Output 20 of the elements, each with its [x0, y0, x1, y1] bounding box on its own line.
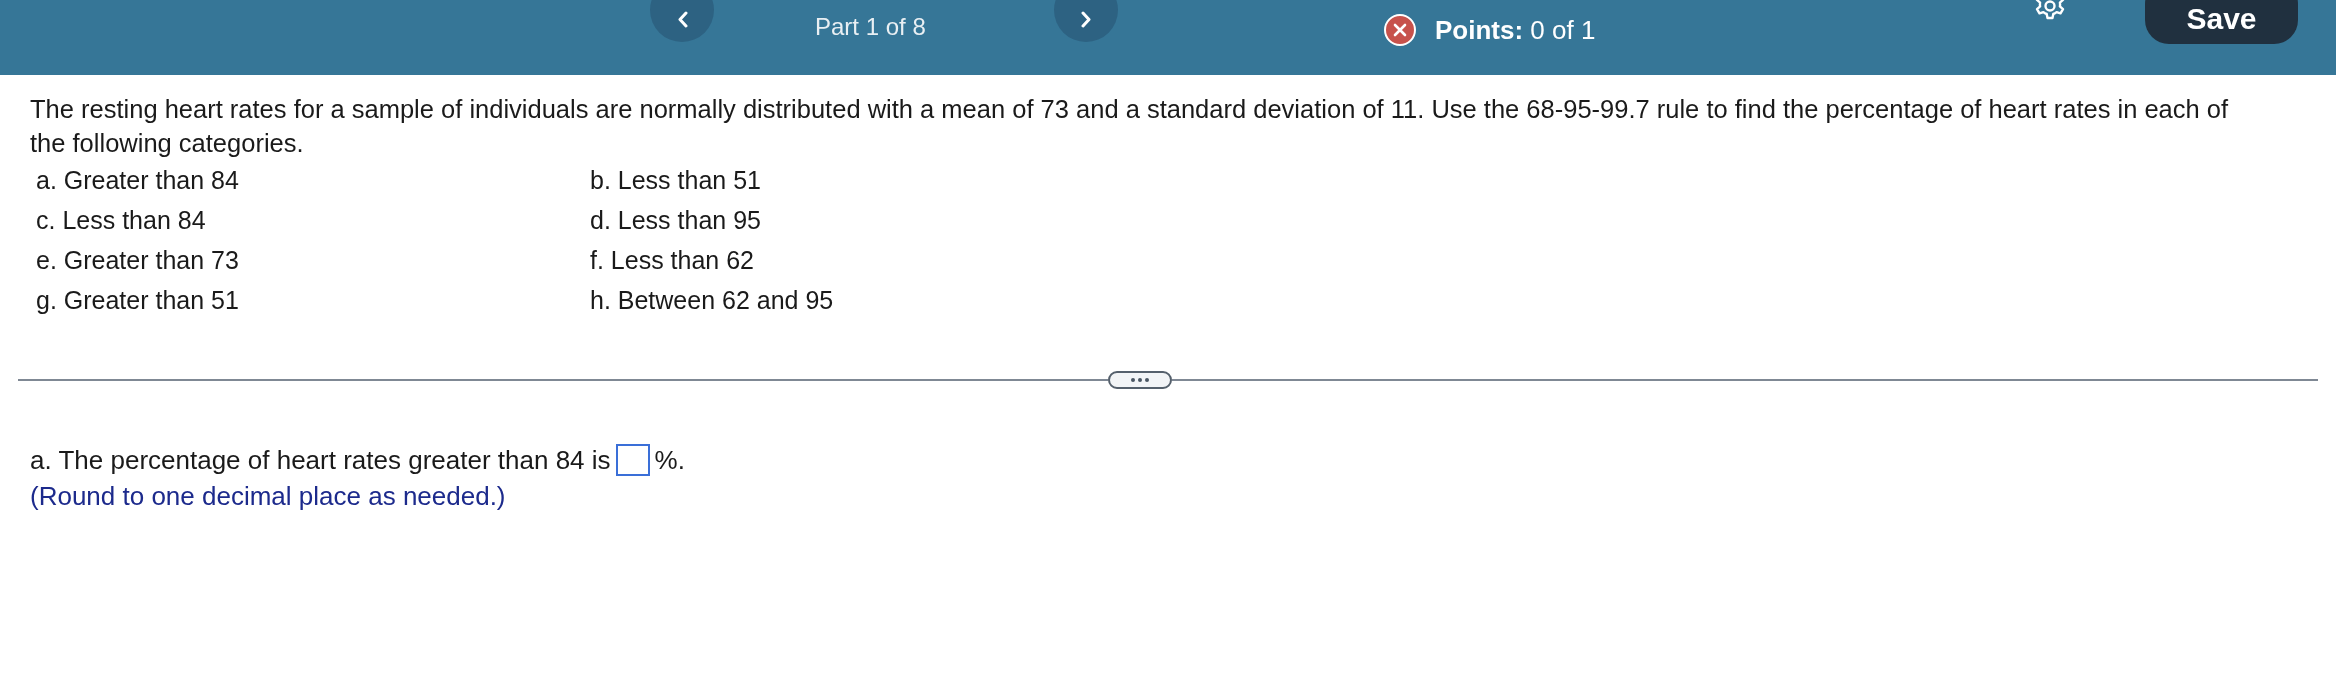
answer-box[interactable] [615, 444, 650, 476]
category-text: h. Between 62 and 95 [590, 285, 834, 315]
points-label: Points: 0 of 1 [1435, 15, 1596, 45]
ellipsis-icon [1131, 378, 1149, 382]
category-text: c. Less than 84 [36, 205, 206, 235]
save-button[interactable]: Save [2145, 0, 2298, 44]
category-text: g. Greater than 51 [36, 285, 239, 315]
category-text: b. Less than 51 [590, 165, 761, 195]
chevron-left-icon [676, 10, 688, 28]
answer-prompt: a. The percentage of heart rates greater than 84 is [30, 445, 611, 475]
percent-sign: %. [654, 445, 685, 475]
category-text: a. Greater than 84 [36, 165, 239, 195]
category-text: d. Less than 95 [590, 205, 761, 235]
chevron-right-icon [1080, 10, 1092, 28]
category-text: e. Greater than 73 [36, 245, 239, 275]
part-label: Part 1 of 8 [815, 13, 926, 41]
more-button[interactable] [1108, 371, 1172, 389]
category-text: f. Less than 62 [590, 245, 754, 275]
rounding-hint: (Round to one decimal place as needed.) [30, 480, 506, 513]
question-text: The resting heart rates for a sample of individuals are normally distributed with a mean of 73 and a standard deviation of 11. Use the 68-95-99.7 rule to find the percentage of heart rates in each of the following categories. [30, 94, 2230, 159]
